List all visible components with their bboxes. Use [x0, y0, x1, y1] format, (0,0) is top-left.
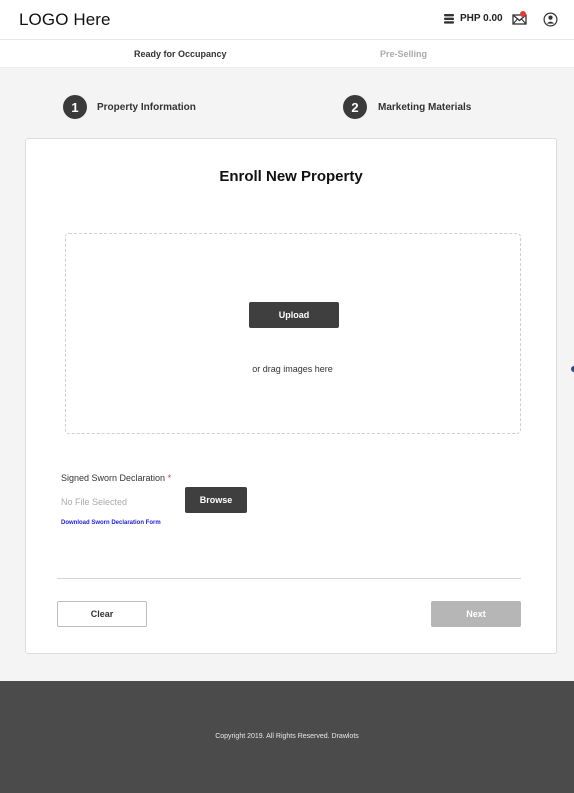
file-status: No File Selected: [61, 497, 128, 507]
clear-button[interactable]: Clear: [57, 601, 147, 627]
tab-pre-selling[interactable]: Pre-Selling: [380, 49, 427, 59]
user-icon[interactable]: [543, 12, 558, 27]
required-marker: *: [167, 473, 172, 483]
image-dropzone[interactable]: Upload or drag images here: [65, 233, 521, 434]
browse-button[interactable]: Browse: [185, 487, 247, 513]
logo[interactable]: LOGO Here: [19, 10, 111, 30]
upload-button[interactable]: Upload: [249, 302, 339, 328]
page-title: Enroll New Property: [219, 168, 363, 185]
balance-amount: PHP 0.00: [460, 13, 503, 24]
declaration-label-text: Signed Sworn Declaration: [61, 473, 166, 483]
footer: Copyright 2019. All Rights Reserved. Dra…: [0, 681, 574, 793]
notification-badge: [520, 11, 526, 17]
enroll-property-card: Enroll New Property Upload or drag image…: [25, 138, 557, 654]
download-declaration-link[interactable]: Download Sworn Declaration Form: [61, 520, 161, 526]
drag-hint: or drag images here: [252, 364, 333, 374]
step-2-label: Marketing Materials: [378, 102, 472, 113]
next-button[interactable]: Next: [431, 601, 521, 627]
tab-ready-for-occupancy[interactable]: Ready for Occupancy: [134, 49, 227, 59]
step-1-indicator: 1: [63, 95, 87, 119]
step-2-indicator: 2: [343, 95, 367, 119]
wallet-icon[interactable]: [443, 13, 455, 25]
copyright-text: Copyright 2019. All Rights Reserved. Dra…: [215, 733, 359, 740]
top-navigation-bar: LOGO Here PHP 0.00: [0, 0, 574, 40]
declaration-label: Signed Sworn Declaration *: [61, 473, 171, 483]
divider: [57, 578, 521, 579]
step-1-label: Property Information: [97, 102, 196, 113]
listing-type-tabs: Ready for Occupancy Pre-Selling: [0, 40, 574, 68]
